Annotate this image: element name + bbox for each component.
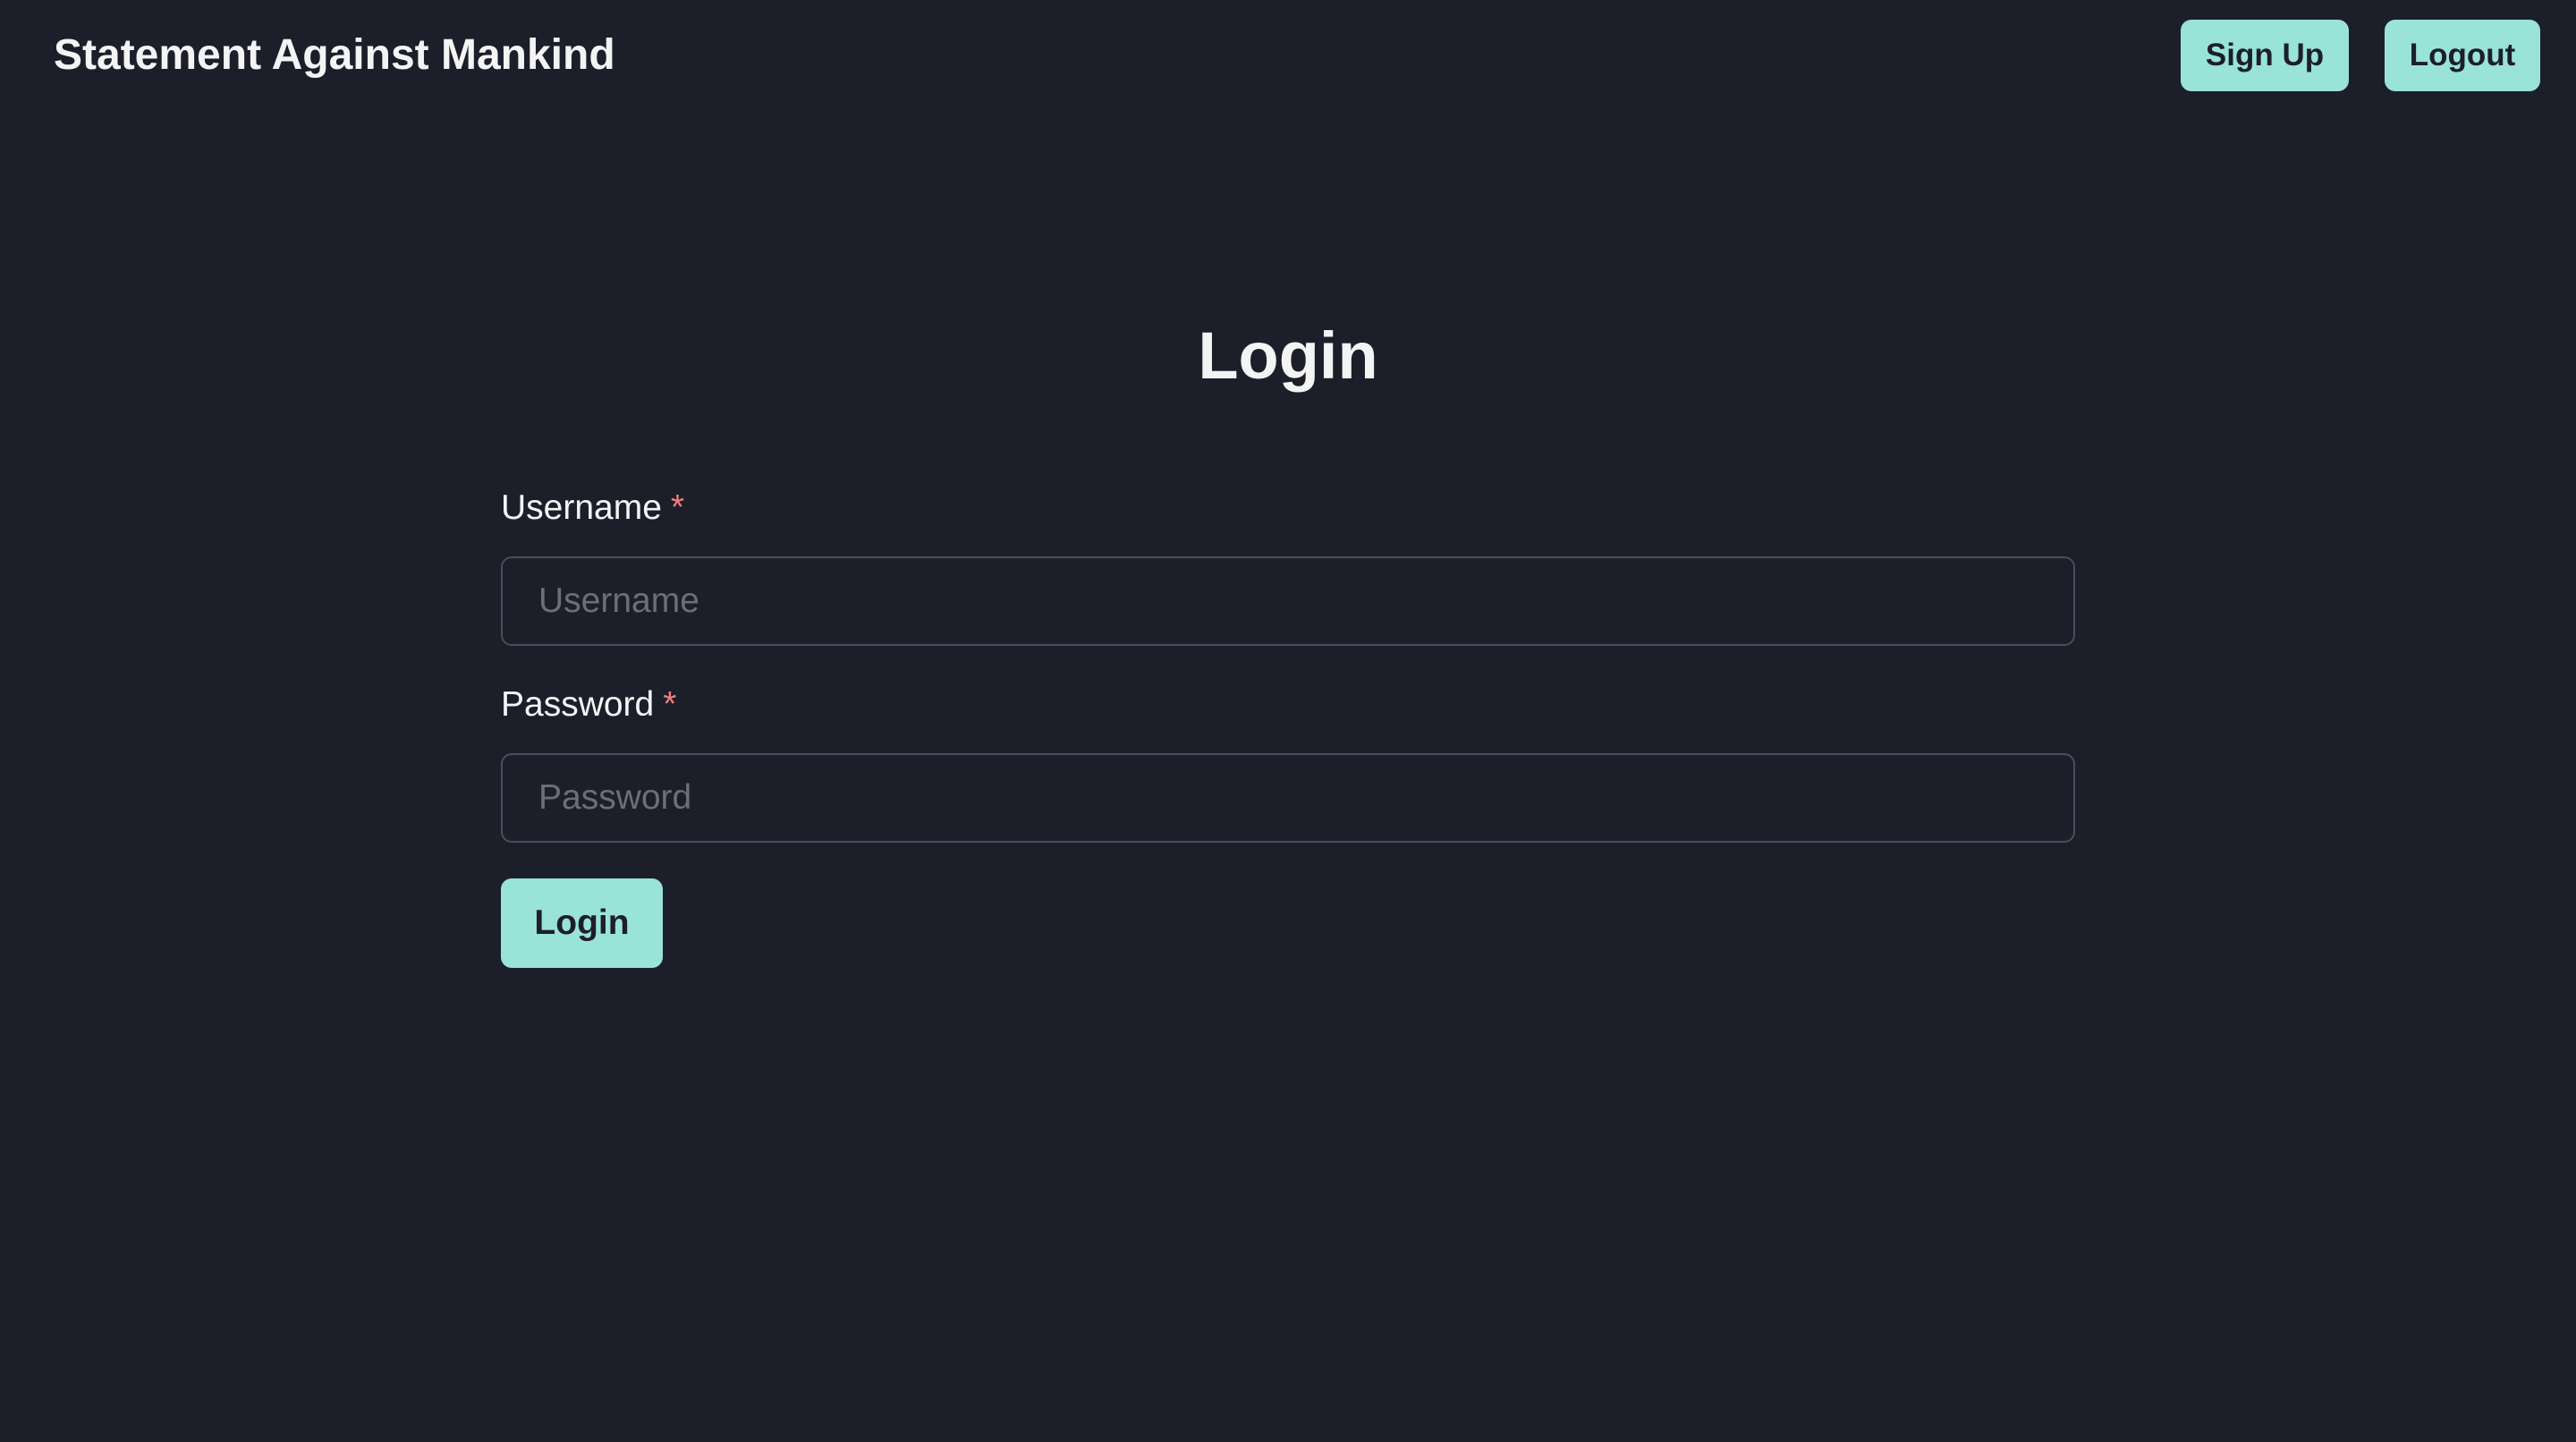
sign-up-button[interactable]: Sign Up	[2181, 20, 2349, 91]
password-label: Password *	[501, 680, 676, 730]
password-input[interactable]	[501, 753, 2075, 843]
username-label: Username *	[501, 483, 684, 533]
username-label-text: Username	[501, 488, 662, 527]
required-marker: *	[663, 685, 677, 724]
username-input[interactable]	[501, 556, 2075, 646]
navbar: Statement Against Mankind Sign Up Logout	[0, 0, 2576, 111]
login-button[interactable]: Login	[501, 878, 663, 968]
required-marker: *	[670, 488, 685, 527]
page-title: Login	[1198, 318, 1378, 393]
password-label-text: Password	[501, 685, 655, 724]
logout-button[interactable]: Logout	[2385, 20, 2540, 91]
brand-title[interactable]: Statement Against Mankind	[54, 27, 615, 84]
